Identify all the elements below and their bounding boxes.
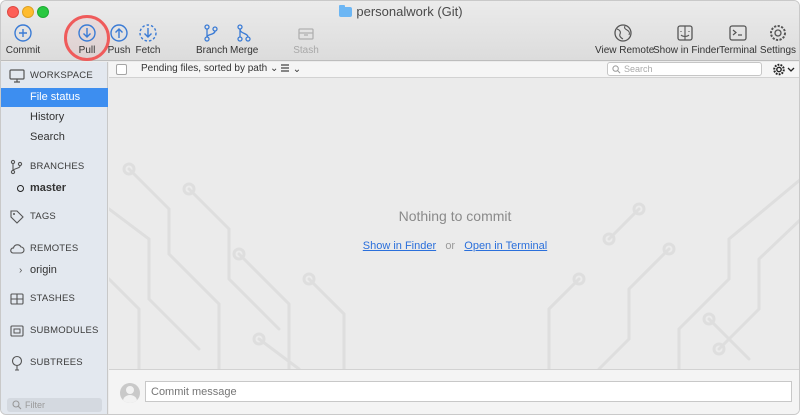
sidebar-item-label: File status bbox=[30, 91, 81, 103]
open-in-terminal-link[interactable]: Open in Terminal bbox=[464, 240, 547, 252]
tags-header-label: TAGS bbox=[30, 211, 56, 222]
chevron-right-icon[interactable]: › bbox=[19, 261, 22, 280]
plus-circle-icon bbox=[14, 24, 32, 42]
stashes-section-header[interactable]: STASHES bbox=[1, 288, 108, 310]
sidebar-item-history[interactable]: History bbox=[1, 108, 108, 127]
workspace-header-label: WORKSPACE bbox=[30, 70, 93, 81]
fetch-button[interactable]: Fetch bbox=[134, 23, 162, 59]
fetch-label: Fetch bbox=[135, 45, 161, 56]
view-remote-button[interactable]: View Remote bbox=[595, 23, 655, 59]
sidebar: WORKSPACE File status History Search BRA… bbox=[1, 62, 108, 414]
sidebar-item-search[interactable]: Search bbox=[1, 128, 108, 147]
fetch-icon bbox=[139, 24, 157, 42]
window-title-text: personalwork (Git) bbox=[356, 4, 463, 19]
submodule-icon bbox=[10, 325, 24, 337]
sidebar-item-branch-master[interactable]: master bbox=[1, 179, 108, 198]
pull-button[interactable]: Pull bbox=[73, 23, 101, 59]
sidebar-item-label: origin bbox=[30, 264, 57, 276]
globe-icon bbox=[614, 24, 632, 42]
search-placeholder: Search bbox=[624, 64, 653, 74]
subtrees-section-header[interactable]: SUBTREES bbox=[1, 352, 108, 374]
tag-icon bbox=[10, 210, 24, 224]
empty-state-links: Show in Finder or Open in Terminal bbox=[109, 240, 799, 252]
commit-message-input[interactable] bbox=[145, 381, 792, 402]
branch-icon bbox=[10, 159, 23, 175]
search-icon bbox=[12, 400, 22, 410]
branch-button[interactable]: Branch bbox=[196, 23, 228, 59]
branch-label: Branch bbox=[196, 45, 228, 56]
avatar bbox=[120, 383, 140, 403]
finder-icon bbox=[677, 25, 693, 41]
commit-button[interactable]: Commit bbox=[5, 23, 41, 59]
sort-dropdown-label: Pending files, sorted by path bbox=[141, 63, 268, 74]
show-in-finder-link[interactable]: Show in Finder bbox=[363, 240, 436, 252]
push-label: Push bbox=[107, 45, 131, 56]
main-panel: Pending files, sorted by path ⌄ ⌄ Search bbox=[109, 62, 799, 414]
sidebar-item-label: master bbox=[30, 182, 67, 194]
push-button[interactable]: Push bbox=[107, 23, 131, 59]
show-in-finder-button[interactable]: Show in Finder bbox=[653, 23, 720, 59]
subtrees-header-label: SUBTREES bbox=[30, 357, 83, 368]
chevron-down-icon: ⌄ bbox=[292, 64, 302, 75]
merge-icon bbox=[237, 24, 251, 42]
app-window: personalwork (Git) Commit Pull Push Fetc… bbox=[0, 0, 800, 415]
folder-icon bbox=[339, 5, 353, 17]
pull-label: Pull bbox=[78, 45, 96, 56]
view-remote-label: View Remote bbox=[595, 45, 655, 56]
monitor-icon bbox=[9, 69, 25, 83]
gear-icon bbox=[770, 25, 786, 41]
tree-icon bbox=[11, 355, 23, 371]
remotes-section-header[interactable]: REMOTES bbox=[1, 238, 108, 260]
merge-label: Merge bbox=[230, 45, 259, 56]
settings-label: Settings bbox=[759, 45, 797, 56]
list-icon bbox=[281, 64, 289, 72]
chevron-down-icon: ⌄ bbox=[269, 63, 279, 74]
merge-button[interactable]: Merge bbox=[230, 23, 258, 59]
terminal-label: Terminal bbox=[719, 45, 757, 56]
file-search-input[interactable]: Search bbox=[607, 62, 762, 76]
terminal-button[interactable]: Terminal bbox=[719, 23, 757, 59]
arrow-down-circle-icon bbox=[78, 24, 96, 42]
branches-header-label: BRANCHES bbox=[30, 161, 85, 172]
gear-icon bbox=[773, 63, 795, 76]
remotes-header-label: REMOTES bbox=[30, 243, 79, 254]
submodules-section-header[interactable]: SUBMODULES bbox=[1, 320, 108, 342]
empty-state-title: Nothing to commit bbox=[398, 208, 512, 224]
settings-button[interactable]: Settings bbox=[759, 23, 797, 59]
commit-bar bbox=[109, 369, 799, 414]
show-in-finder-label: Show in Finder bbox=[653, 45, 720, 56]
workspace-section-header[interactable]: WORKSPACE bbox=[1, 65, 108, 87]
stash-label: Stash bbox=[293, 45, 319, 56]
terminal-icon bbox=[729, 25, 747, 41]
stash-icon bbox=[298, 28, 314, 40]
stash-icon bbox=[10, 293, 24, 305]
branches-section-header[interactable]: BRANCHES bbox=[1, 156, 108, 178]
sidebar-filter-input[interactable]: Filter bbox=[7, 398, 102, 412]
sidebar-item-remote-origin[interactable]: › origin bbox=[1, 261, 108, 280]
or-separator: or bbox=[445, 240, 456, 252]
sort-dropdown[interactable]: Pending files, sorted by path ⌄ bbox=[141, 63, 278, 74]
commit-label: Commit bbox=[5, 45, 41, 56]
filter-placeholder: Filter bbox=[25, 400, 45, 410]
toolbar: personalwork (Git) Commit Pull Push Fetc… bbox=[1, 1, 799, 61]
current-branch-icon bbox=[17, 185, 24, 192]
search-icon bbox=[612, 65, 621, 74]
actions-menu-button[interactable] bbox=[771, 62, 797, 77]
file-list-header: Pending files, sorted by path ⌄ ⌄ Search bbox=[109, 62, 799, 78]
stashes-header-label: STASHES bbox=[30, 293, 76, 304]
stash-button[interactable]: Stash bbox=[292, 23, 320, 59]
tags-section-header[interactable]: TAGS bbox=[1, 206, 108, 228]
window-title: personalwork (Git) bbox=[1, 4, 799, 19]
view-mode-dropdown[interactable]: ⌄ bbox=[280, 63, 301, 75]
arrow-up-circle-icon bbox=[110, 24, 128, 42]
submodules-header-label: SUBMODULES bbox=[30, 325, 99, 336]
sidebar-item-label: Search bbox=[30, 131, 65, 143]
sidebar-item-file-status[interactable]: File status bbox=[1, 88, 108, 107]
branch-icon bbox=[204, 24, 218, 42]
circuit-background-pattern bbox=[109, 162, 799, 369]
sidebar-item-label: History bbox=[30, 111, 65, 123]
cloud-icon bbox=[10, 244, 25, 254]
select-all-checkbox[interactable] bbox=[116, 64, 127, 75]
